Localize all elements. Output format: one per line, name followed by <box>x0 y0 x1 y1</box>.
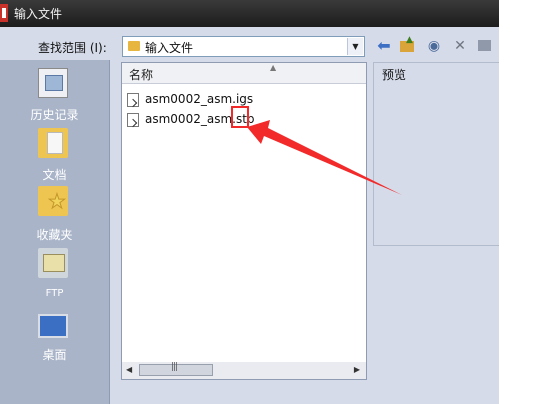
arrow-shape <box>247 120 402 195</box>
annotation-arrow <box>247 120 402 195</box>
